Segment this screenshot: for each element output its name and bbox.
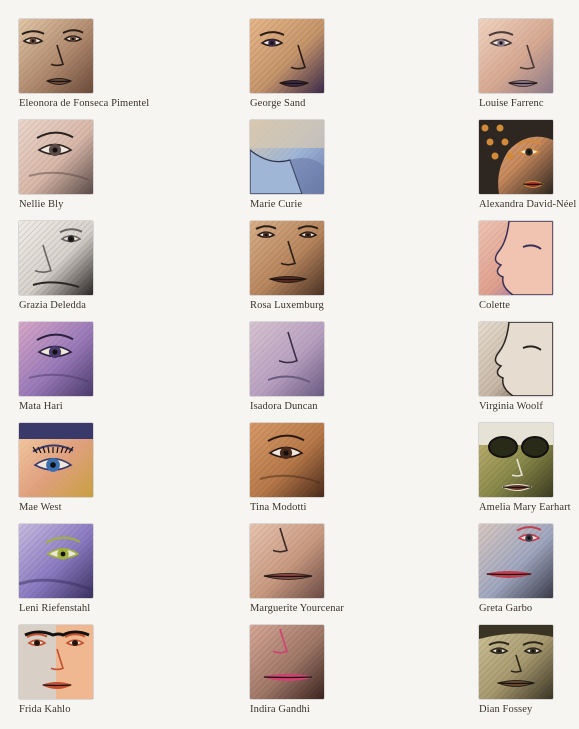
portrait-card: Indira Gandhi	[250, 625, 390, 725]
portrait-illustration	[479, 625, 553, 699]
portrait-caption: Louise Farrenc	[479, 98, 544, 109]
portrait-caption: Rosa Luxemburg	[250, 300, 324, 311]
portrait-illustration	[19, 120, 93, 194]
portrait-caption: Nellie Bly	[19, 199, 64, 210]
portrait-caption: Eleonora de Fonseca Pimentel	[19, 98, 150, 109]
portrait-card: Nellie Bly	[19, 120, 159, 220]
portrait-card: Tina Modotti	[250, 423, 390, 523]
portrait-illustration	[19, 221, 93, 295]
portrait-caption: Virginia Woolf	[479, 401, 543, 412]
portrait-illustration	[479, 19, 553, 93]
portrait-card: Greta Garbo	[479, 524, 579, 624]
portrait-image	[479, 19, 553, 93]
portrait-caption: Mae West	[19, 502, 62, 513]
portrait-card: Virginia Woolf	[479, 322, 579, 422]
portrait-caption: Frida Kahlo	[19, 704, 71, 715]
portrait-illustration	[250, 423, 324, 497]
portrait-image	[250, 423, 324, 497]
portrait-image	[19, 19, 93, 93]
portrait-caption: Greta Garbo	[479, 603, 533, 614]
portrait-image	[479, 423, 553, 497]
portrait-card: Grazia Deledda	[19, 221, 159, 321]
portrait-image	[250, 221, 324, 295]
portrait-caption: Amelia Mary Earhart	[479, 502, 571, 513]
portrait-image	[250, 625, 324, 699]
portrait-image	[19, 221, 93, 295]
portrait-caption: Grazia Deledda	[19, 300, 86, 311]
portrait-illustration	[19, 423, 93, 497]
portrait-grid: Eleonora de Fonseca Pimentel George Sand L…	[0, 0, 579, 729]
portrait-illustration	[250, 120, 324, 194]
portrait-caption: Colette	[479, 300, 511, 311]
portrait-card: Dian Fossey	[479, 625, 579, 725]
portrait-card: Isadora Duncan	[250, 322, 390, 422]
portrait-caption: Dian Fossey	[479, 704, 533, 715]
portrait-image	[19, 625, 93, 699]
portrait-card: Louise Farrenc	[479, 19, 579, 119]
portrait-card: Leni Riefenstahl	[19, 524, 159, 624]
portrait-image	[250, 120, 324, 194]
portrait-illustration	[250, 19, 324, 93]
portrait-illustration	[479, 423, 553, 497]
portrait-image	[19, 322, 93, 396]
portrait-image	[479, 120, 553, 194]
portrait-card: Marie Curie	[250, 120, 390, 220]
portrait-card: Frida Kahlo	[19, 625, 159, 725]
portrait-illustration	[250, 221, 324, 295]
portrait-illustration	[479, 524, 553, 598]
portrait-image	[479, 221, 553, 295]
portrait-illustration	[250, 524, 324, 598]
portrait-image	[19, 423, 93, 497]
portrait-image	[250, 524, 324, 598]
portrait-illustration	[479, 221, 553, 295]
portrait-card: Amelia Mary Earhart	[479, 423, 579, 523]
portrait-image	[19, 120, 93, 194]
portrait-illustration	[250, 625, 324, 699]
portrait-image	[479, 625, 553, 699]
portrait-card: Mata Hari	[19, 322, 159, 422]
portrait-caption: George Sand	[250, 98, 306, 109]
portrait-caption: Leni Riefenstahl	[19, 603, 91, 614]
portrait-image	[479, 322, 553, 396]
portrait-illustration	[19, 625, 93, 699]
portrait-caption: Mata Hari	[19, 401, 63, 412]
portrait-illustration	[250, 322, 324, 396]
portrait-card: Marguerite Yourcenar	[250, 524, 390, 624]
portrait-card: Rosa Luxemburg	[250, 221, 390, 321]
portrait-caption: Indira Gandhi	[250, 704, 310, 715]
portrait-caption: Isadora Duncan	[250, 401, 318, 412]
portrait-caption: Alexandra David-Néel	[479, 199, 577, 210]
portrait-illustration	[19, 19, 93, 93]
portrait-caption: Tina Modotti	[250, 502, 307, 513]
portrait-image	[19, 524, 93, 598]
portrait-card: Eleonora de Fonseca Pimentel	[19, 19, 159, 119]
portrait-illustration	[479, 120, 553, 194]
portrait-image	[250, 19, 324, 93]
portrait-card: Mae West	[19, 423, 159, 523]
portrait-card: Colette	[479, 221, 579, 321]
portrait-illustration	[19, 524, 93, 598]
portrait-card: George Sand	[250, 19, 390, 119]
portrait-illustration	[479, 322, 553, 396]
portrait-image	[479, 524, 553, 598]
portrait-caption: Marie Curie	[250, 199, 303, 210]
portrait-image	[250, 322, 324, 396]
portrait-illustration	[19, 322, 93, 396]
portrait-card: Alexandra David-Néel	[479, 120, 579, 220]
portrait-caption: Marguerite Yourcenar	[250, 603, 344, 614]
